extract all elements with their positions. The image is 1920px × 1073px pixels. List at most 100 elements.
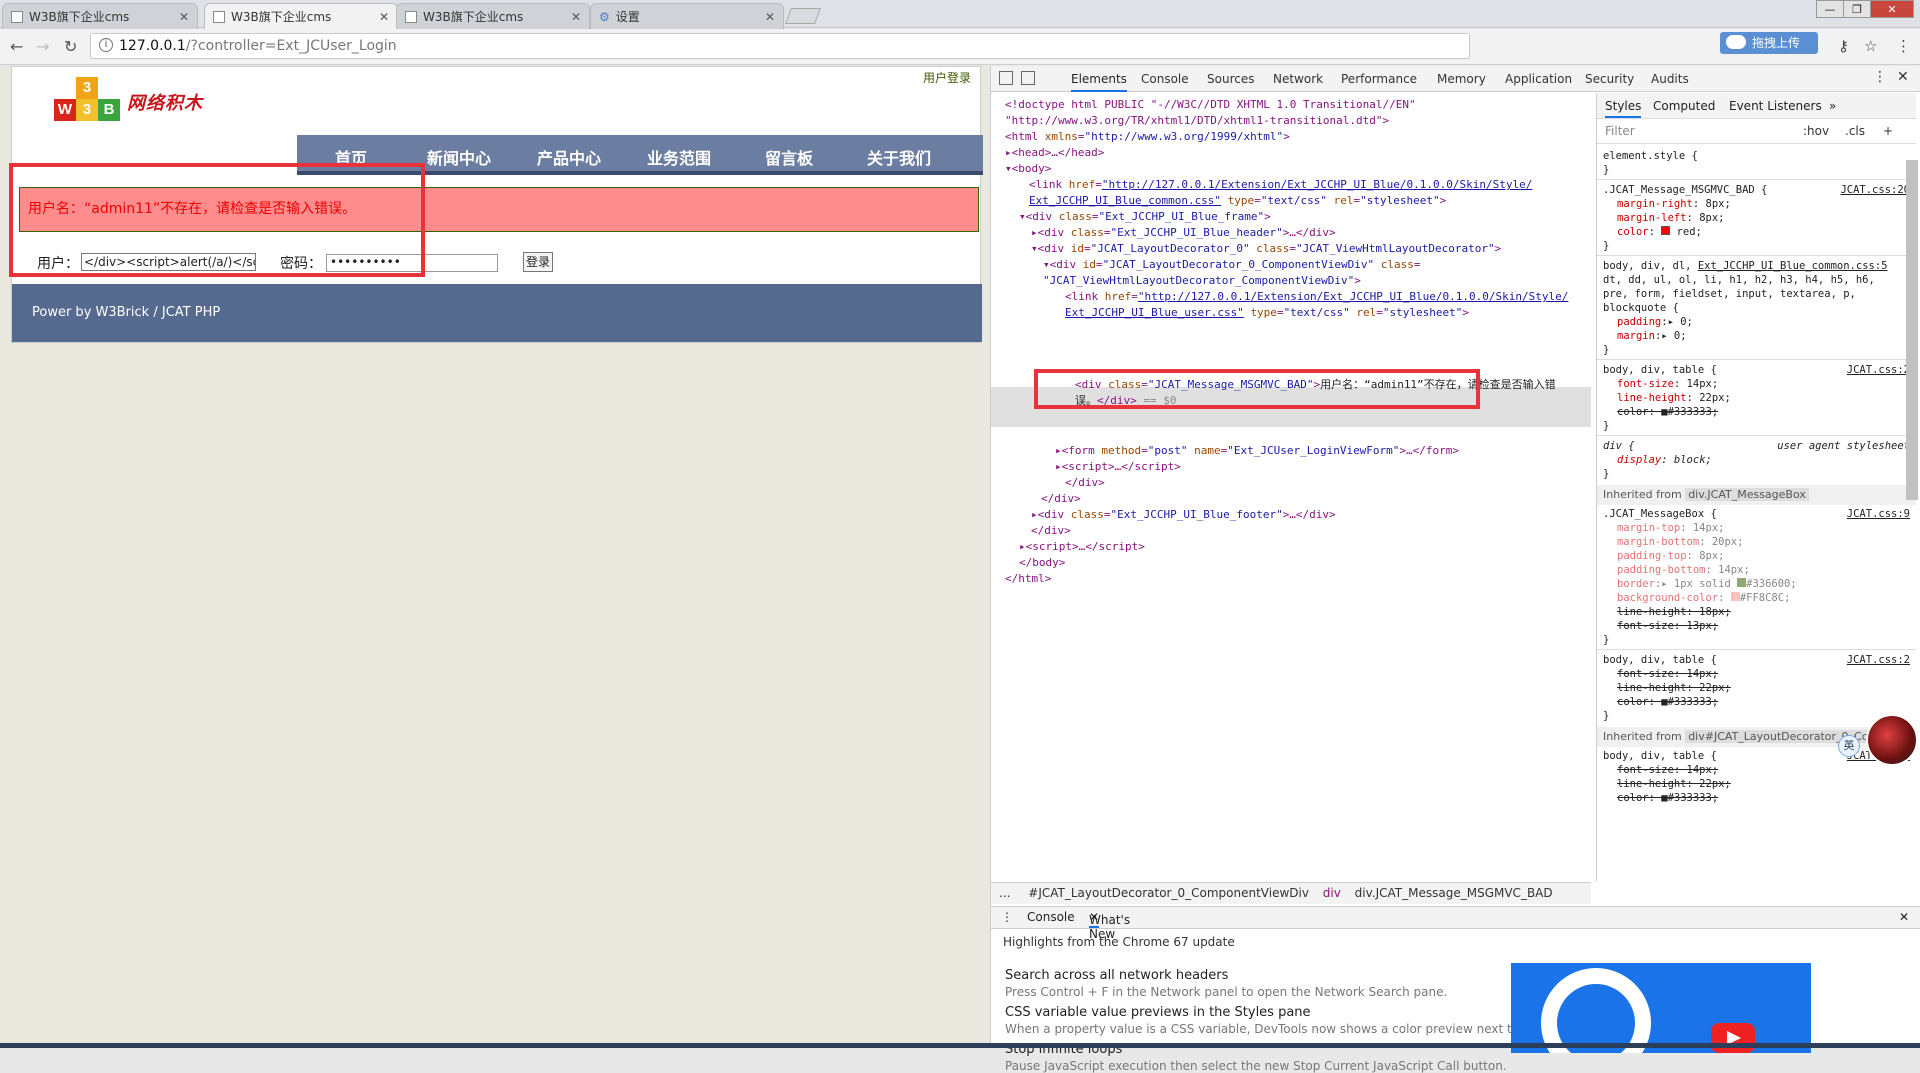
- breadcrumb-item[interactable]: div: [1323, 886, 1341, 900]
- breadcrumb-item[interactable]: div.JCAT_Message_MSGMVC_BAD: [1355, 886, 1553, 900]
- dom-line[interactable]: </html>: [1005, 571, 1051, 587]
- footer-text: Power by: [32, 305, 96, 320]
- drawer-tab-console[interactable]: Console: [1027, 910, 1075, 924]
- divider: [1597, 649, 1916, 650]
- login-button[interactable]: 登录: [523, 252, 553, 272]
- dom-line[interactable]: ▸<div class="Ext_JCCHP_UI_Blue_header">……: [1031, 225, 1336, 241]
- tab-elements[interactable]: Elements: [1071, 72, 1127, 92]
- close-icon[interactable]: ✕: [571, 10, 581, 24]
- tab-memory[interactable]: Memory: [1437, 72, 1486, 86]
- video-thumbnail[interactable]: [1511, 963, 1811, 1053]
- menu-icon[interactable]: ⋮: [1896, 37, 1911, 55]
- styles-scrollbar[interactable]: [1906, 160, 1918, 500]
- nav-business[interactable]: 业务范围: [647, 145, 711, 169]
- key-icon[interactable]: ⚷: [1838, 37, 1849, 55]
- dom-line[interactable]: </div>: [1031, 523, 1071, 539]
- window-close-button[interactable]: ✕: [1870, 0, 1914, 18]
- browser-tab[interactable]: W3B旗下企业cms ✕: [2, 3, 198, 29]
- dom-line[interactable]: Ext_JCCHP_UI_Blue_common.css" type="text…: [1029, 193, 1446, 209]
- close-icon[interactable]: ✕: [379, 10, 389, 24]
- upload-button[interactable]: 拖拽上传: [1720, 32, 1818, 54]
- footer-link-jcat[interactable]: JCAT PHP: [162, 305, 220, 320]
- dom-line[interactable]: ▾<div class="Ext_JCCHP_UI_Blue_frame">: [1019, 209, 1271, 225]
- nav-guestbook[interactable]: 留言板: [765, 145, 813, 169]
- menu-icon[interactable]: ⋮: [1873, 69, 1887, 85]
- style-rule: margin-bottom: 20px;: [1617, 536, 1744, 548]
- breadcrumb-item[interactable]: ...: [999, 886, 1010, 900]
- cloud-icon: [1726, 35, 1746, 49]
- cls-toggle[interactable]: .cls: [1845, 124, 1865, 138]
- tab-computed[interactable]: Computed: [1653, 99, 1715, 113]
- tab-performance[interactable]: Performance: [1341, 72, 1417, 86]
- dom-line[interactable]: ▾<body>: [1005, 161, 1051, 177]
- info-icon[interactable]: i: [99, 38, 113, 52]
- hov-toggle[interactable]: :hov: [1803, 124, 1829, 138]
- close-icon[interactable]: ✕: [1899, 910, 1909, 924]
- dom-line[interactable]: <link href="http://127.0.0.1/Extension/E…: [1029, 177, 1532, 193]
- reload-icon[interactable]: ↻: [64, 37, 77, 56]
- logo-cube-icon: W: [54, 99, 76, 121]
- tab-network[interactable]: Network: [1273, 72, 1323, 86]
- dom-line[interactable]: ▾<div id="JCAT_LayoutDecorator_0_Compone…: [1043, 257, 1421, 273]
- close-icon[interactable]: ✕: [179, 10, 189, 24]
- minimize-button[interactable]: —: [1816, 0, 1844, 18]
- tab-console[interactable]: Console: [1141, 72, 1189, 86]
- dom-line[interactable]: ▸<script>…</script>: [1019, 539, 1145, 555]
- dom-line[interactable]: <link href="http://127.0.0.1/Extension/E…: [1065, 289, 1568, 305]
- dom-line[interactable]: ▸<div class="Ext_JCCHP_UI_Blue_footer">……: [1031, 507, 1336, 523]
- inspect-icon[interactable]: [999, 71, 1013, 85]
- style-source-link[interactable]: JCAT.css:20: [1840, 183, 1910, 197]
- close-icon[interactable]: ✕: [765, 10, 775, 24]
- dom-line[interactable]: Ext_JCCHP_UI_Blue_user.css" type="text/c…: [1065, 305, 1469, 321]
- back-icon[interactable]: ←: [10, 37, 23, 56]
- dom-line[interactable]: ▸<script>…</script>: [1055, 459, 1181, 475]
- chevron-right-icon[interactable]: »: [1829, 99, 1836, 113]
- tab-event-listeners[interactable]: Event Listeners: [1729, 99, 1822, 113]
- dom-line[interactable]: ▸<form method="post" name="Ext_JCUser_Lo…: [1055, 443, 1459, 459]
- nav-about[interactable]: 关于我们: [867, 145, 931, 169]
- tab-audits[interactable]: Audits: [1651, 72, 1689, 86]
- tab-sources[interactable]: Sources: [1207, 72, 1254, 86]
- url-input[interactable]: i 127.0.0.1/?controller=Ext_JCUser_Login: [90, 33, 1470, 59]
- ime-indicator[interactable]: 英: [1838, 735, 1860, 757]
- dom-line[interactable]: "JCAT_ViewHtmlLayoutDecorator_ComponentV…: [1043, 273, 1361, 289]
- dom-line[interactable]: </body>: [1019, 555, 1065, 571]
- drawer-tab-whats-new[interactable]: What's New ✕: [1089, 910, 1130, 941]
- tab-application[interactable]: Application: [1505, 72, 1572, 86]
- feature-title: Search across all network headers: [1005, 968, 1229, 983]
- bookmark-star-icon[interactable]: ☆: [1864, 37, 1877, 55]
- breadcrumb-item[interactable]: #JCAT_LayoutDecorator_0_ComponentViewDiv: [1028, 886, 1309, 900]
- add-rule-icon[interactable]: +: [1883, 124, 1893, 138]
- device-toolbar-icon[interactable]: [1021, 71, 1035, 85]
- dom-line[interactable]: ▸<head>…</head>: [1005, 145, 1104, 161]
- style-source-link[interactable]: JCAT.css:2: [1847, 653, 1910, 667]
- style-source-link[interactable]: JCAT.css:2: [1847, 363, 1910, 377]
- play-icon[interactable]: [1711, 1023, 1755, 1053]
- browser-tab-settings[interactable]: ⚙ 设置 ✕: [590, 3, 784, 29]
- browser-tab[interactable]: W3B旗下企业cms ✕: [396, 3, 590, 29]
- divider: [1597, 255, 1916, 256]
- footer-link-w3brick[interactable]: W3Brick: [96, 305, 150, 320]
- menu-icon[interactable]: ⋮: [1001, 910, 1013, 924]
- dom-line[interactable]: <html xmlns="http://www.w3.org/1999/xhtm…: [1005, 129, 1290, 145]
- drawer-tabbar: ⋮ Console What's New ✕ ✕: [991, 907, 1920, 941]
- style-source-link[interactable]: JCAT.css:9: [1847, 507, 1910, 521]
- user-login-link[interactable]: 用户登录: [923, 69, 971, 86]
- styles-filter-input[interactable]: Filter :hov .cls +: [1597, 120, 1916, 144]
- tab-security[interactable]: Security: [1585, 72, 1634, 86]
- avatar[interactable]: [1866, 714, 1918, 766]
- tab-styles[interactable]: Styles: [1605, 99, 1642, 118]
- style-rule: font-size: 13px;: [1617, 620, 1719, 632]
- dom-line[interactable]: ▾<div id="JCAT_LayoutDecorator_0" class=…: [1031, 241, 1501, 257]
- forward-icon[interactable]: →: [36, 37, 49, 56]
- close-icon[interactable]: ✕: [1897, 69, 1909, 85]
- dom-line[interactable]: </div>: [1065, 475, 1105, 491]
- dom-line[interactable]: </div>: [1041, 491, 1081, 507]
- logo-cube-icon: 3: [76, 77, 98, 99]
- browser-tab-active[interactable]: W3B旗下企业cms ✕: [204, 3, 398, 29]
- new-tab-button[interactable]: [785, 8, 821, 24]
- nav-products[interactable]: 产品中心: [537, 145, 601, 169]
- nav-news[interactable]: 新闻中心: [427, 145, 491, 169]
- style-rule: padding-bottom: 14px;: [1617, 564, 1750, 576]
- maximize-button[interactable]: ❐: [1843, 0, 1871, 18]
